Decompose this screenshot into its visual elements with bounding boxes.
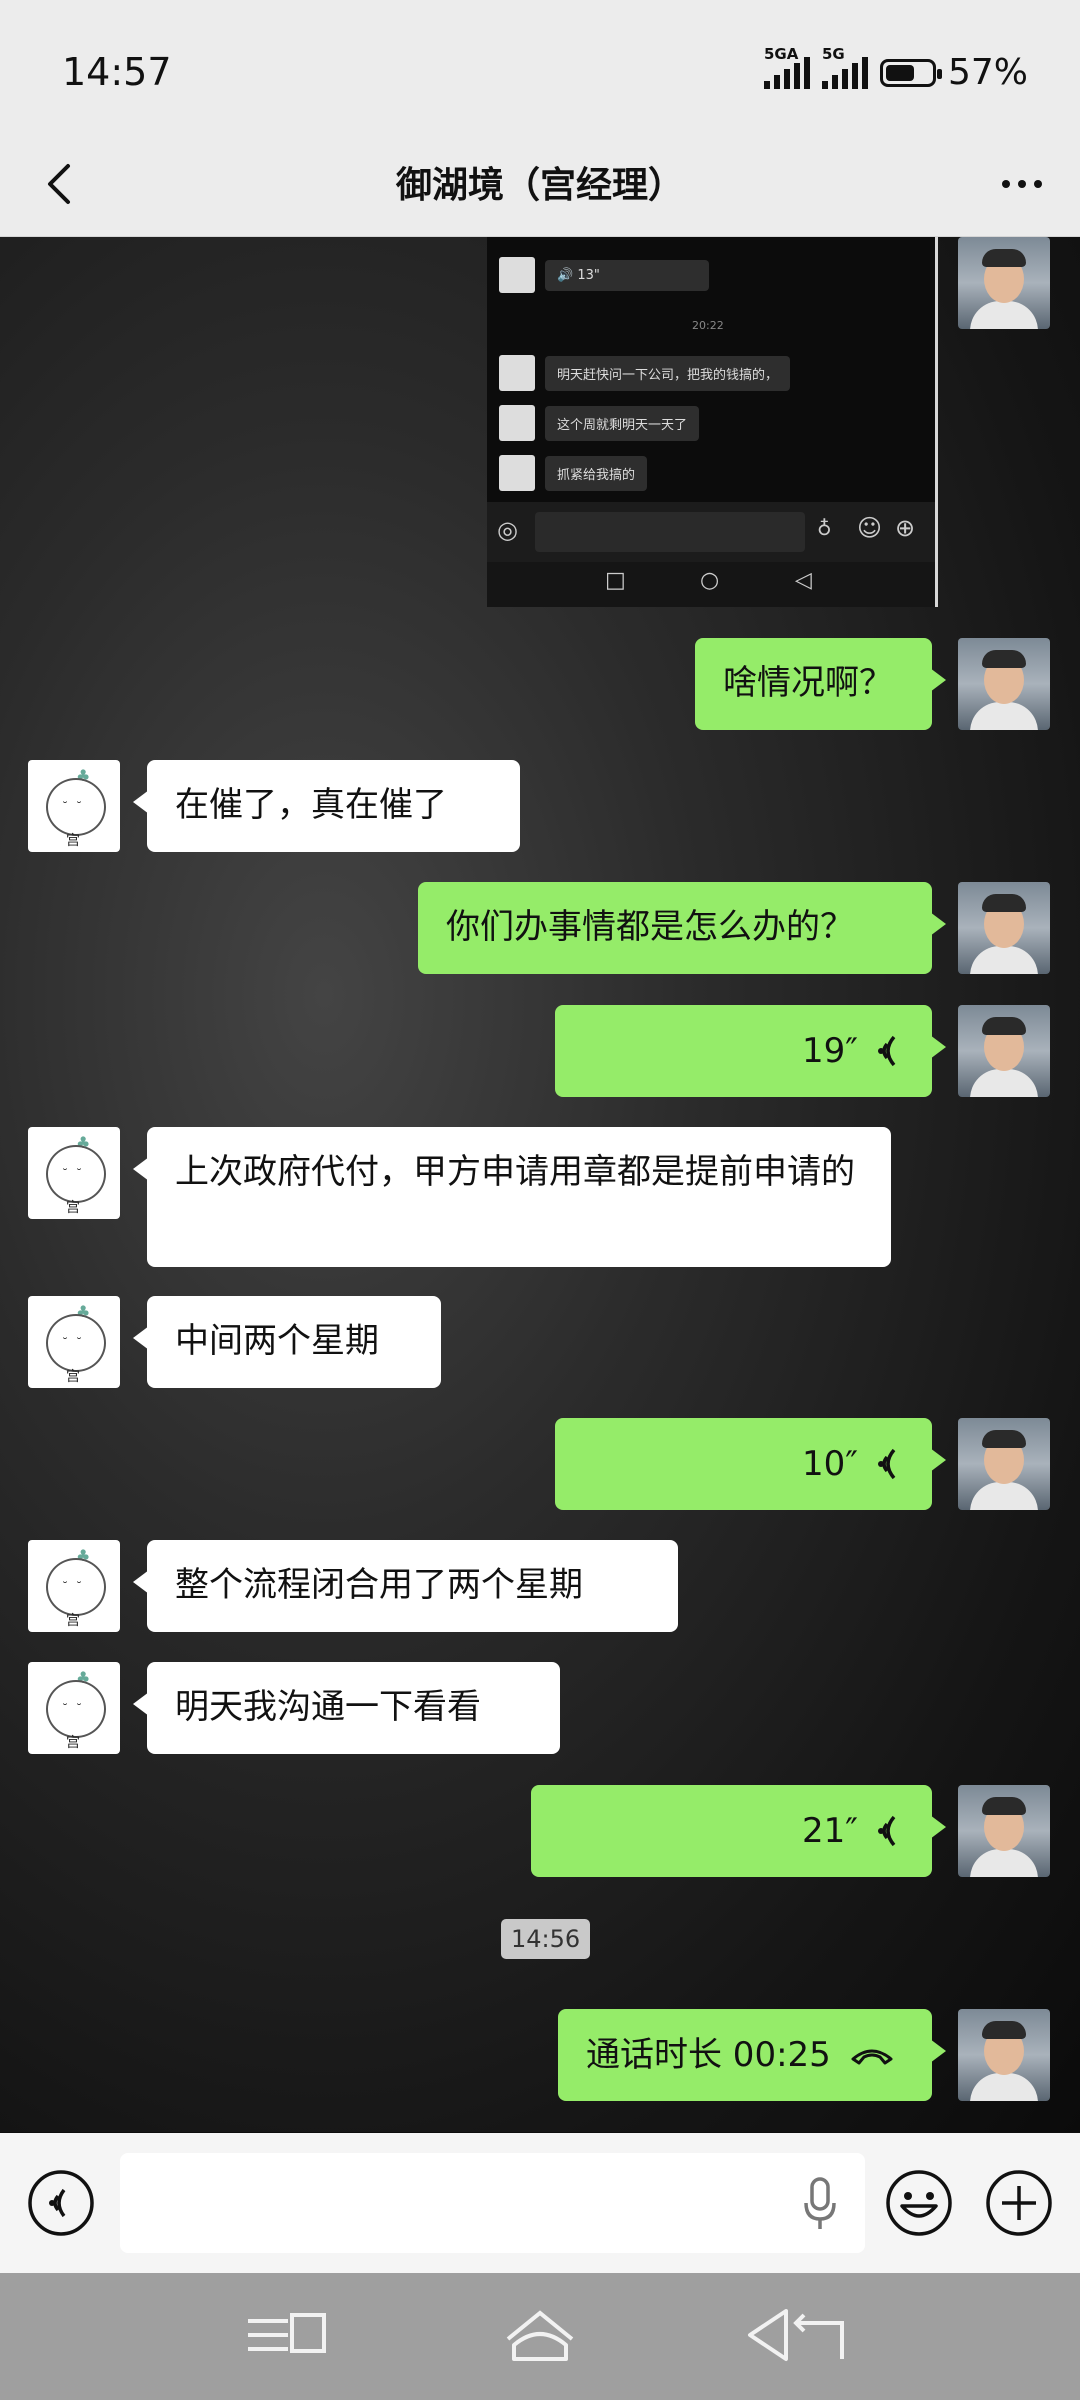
mini-avatar bbox=[499, 405, 535, 441]
recent-apps-icon[interactable] bbox=[244, 2303, 334, 2367]
signal-5g-icon: 5G bbox=[821, 45, 868, 89]
mini-avatar bbox=[499, 257, 535, 293]
mini-plus-icon: ⊕ bbox=[895, 514, 916, 542]
voice-input-toggle-icon[interactable] bbox=[26, 2168, 96, 2238]
voice-wave-icon bbox=[878, 1035, 896, 1067]
mini-message: 明天赶快问一下公司，把我的钱搞的， bbox=[545, 355, 791, 391]
microphone-icon[interactable] bbox=[800, 2173, 840, 2233]
message-received[interactable]: 上次政府代付，甲方申请用章都是提前申请的 bbox=[133, 1127, 891, 1267]
mini-back-icon: ◁ bbox=[795, 568, 812, 593]
message-timestamp: 14:56 bbox=[501, 1919, 591, 1959]
my-avatar[interactable] bbox=[958, 1785, 1050, 1877]
shared-screenshot-image[interactable]: 🔊 13" 20:22 明天赶快问一下公司，把我的钱搞的， 这个周就剩明天一天了… bbox=[487, 237, 938, 607]
contact-avatar[interactable]: ♣ ˘˘ 宫 bbox=[28, 1662, 120, 1754]
voice-message-sent[interactable]: 21″ bbox=[531, 1785, 946, 1877]
contact-avatar[interactable]: ♣ ˘˘ 宫 bbox=[28, 1540, 120, 1632]
mini-square-icon: □ bbox=[605, 568, 626, 593]
voice-duration: 10″ bbox=[802, 1444, 858, 1484]
message-sent[interactable]: 你们办事情都是怎么办的？ bbox=[418, 882, 946, 974]
battery-icon bbox=[879, 58, 942, 87]
mini-voice-bubble: 🔊 13" bbox=[545, 259, 709, 291]
status-time: 14:57 bbox=[62, 50, 172, 94]
my-avatar[interactable] bbox=[958, 638, 1050, 730]
voice-message-sent[interactable]: 10″ bbox=[555, 1418, 946, 1510]
message-received[interactable]: 中间两个星期 bbox=[133, 1296, 441, 1388]
message-sent[interactable]: 啥情况啊？ bbox=[695, 638, 946, 730]
message-received[interactable]: 整个流程闭合用了两个星期 bbox=[133, 1540, 678, 1632]
phone-hangup-icon bbox=[851, 2049, 893, 2065]
more-options-icon[interactable] bbox=[992, 154, 1052, 214]
mini-message: 这个周就剩明天一天了 bbox=[545, 405, 700, 441]
voice-message-sent[interactable]: 19″ bbox=[555, 1005, 946, 1097]
message-input-bar bbox=[0, 2133, 1080, 2273]
mini-message: 抓紧给我搞的 bbox=[545, 455, 648, 491]
mini-system-nav: □ ○ ◁ bbox=[487, 562, 935, 607]
mini-mic-icon: ♁ bbox=[817, 516, 832, 540]
mini-emoji-icon: ☺ bbox=[857, 514, 883, 542]
signal-5ga-label: 5GA bbox=[763, 44, 799, 63]
battery-percent: 57% bbox=[947, 52, 1028, 93]
contact-avatar[interactable]: ♣ ˘˘ 宫 bbox=[28, 1296, 120, 1388]
mini-input-bar: ◎ ♁ ☺ ⊕ bbox=[487, 502, 935, 562]
mini-circle-icon: ○ bbox=[700, 568, 720, 593]
plus-icon[interactable] bbox=[984, 2168, 1054, 2238]
call-record-bubble[interactable]: 通话时长 00:25 bbox=[558, 2009, 946, 2101]
signal-5ga-icon: 5GA bbox=[763, 45, 810, 89]
my-avatar[interactable] bbox=[958, 1005, 1050, 1097]
home-icon[interactable] bbox=[500, 2303, 580, 2367]
chat-message-area[interactable]: 🔊 13" 20:22 明天赶快问一下公司，把我的钱搞的， 这个周就剩明天一天了… bbox=[0, 237, 1080, 2132]
chat-header: 御湖境（宫经理） bbox=[0, 130, 1080, 237]
emoji-icon[interactable] bbox=[884, 2168, 954, 2238]
contact-avatar[interactable]: ♣ ˘˘ 宫 bbox=[28, 760, 120, 852]
message-received[interactable]: 明天我沟通一下看看 bbox=[133, 1662, 560, 1754]
message-text-field[interactable] bbox=[120, 2153, 865, 2253]
mini-avatar bbox=[499, 355, 535, 391]
chat-title: 御湖境（宫经理） bbox=[395, 165, 684, 206]
contact-avatar[interactable]: ♣ ˘˘ 宫 bbox=[28, 1127, 120, 1219]
my-avatar[interactable] bbox=[958, 882, 1050, 974]
voice-wave-icon bbox=[878, 1815, 896, 1847]
mini-timestamp: 20:22 bbox=[692, 319, 724, 332]
mini-avatar bbox=[499, 455, 535, 491]
mini-voice-icon: ◎ bbox=[497, 516, 518, 544]
call-duration-text: 通话时长 00:25 bbox=[586, 2035, 831, 2075]
message-received[interactable]: 在催了，真在催了 bbox=[133, 760, 520, 852]
my-avatar[interactable] bbox=[958, 2009, 1050, 2101]
status-bar: 14:57 5GA 5G 57% bbox=[0, 0, 1080, 130]
voice-duration: 21″ bbox=[802, 1811, 858, 1851]
my-avatar[interactable] bbox=[958, 237, 1050, 329]
voice-wave-icon bbox=[878, 1448, 896, 1480]
voice-duration: 19″ bbox=[802, 1031, 858, 1071]
my-avatar[interactable] bbox=[958, 1418, 1050, 1510]
back-nav-icon[interactable] bbox=[746, 2303, 846, 2367]
system-navigation-bar bbox=[0, 2273, 1080, 2400]
signal-5g-label: 5G bbox=[821, 44, 845, 63]
